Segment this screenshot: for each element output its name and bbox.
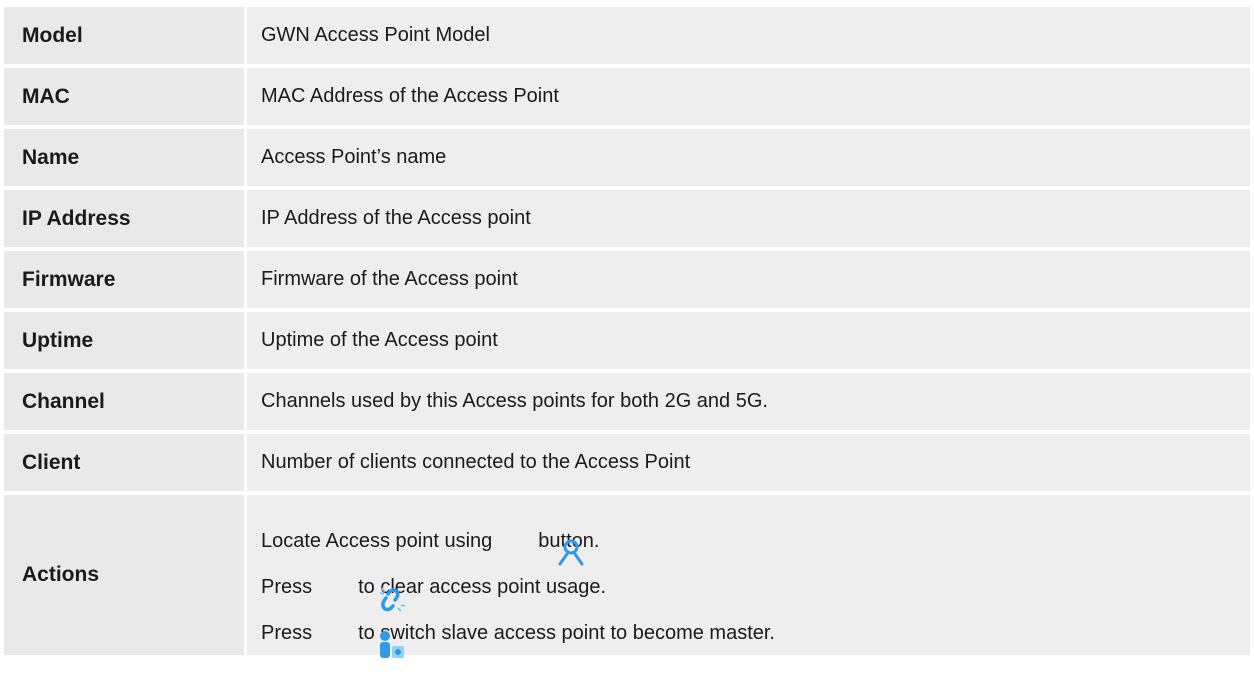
table-row: Channel Channels used by this Access poi… (0, 373, 1254, 430)
row-key: Actions (4, 495, 244, 655)
table-row: IP Address IP Address of the Access poin… (0, 190, 1254, 247)
row-key: Channel (4, 373, 244, 430)
clear-action-line: Press to clear access point usage. (261, 553, 1250, 612)
locate-text-before: Locate Access point using (261, 530, 493, 552)
master-action-line: Press to switch slave access point to be… (261, 599, 1250, 658)
table-row-actions: Actions Locate Access point using button… (0, 495, 1254, 658)
row-key: Model (4, 7, 244, 64)
row-value: GWN Access Point Model (247, 7, 1250, 64)
row-value: Firmware of the Access point (247, 251, 1250, 308)
table-row: Model GWN Access Point Model (0, 7, 1254, 64)
row-value: IP Address of the Access point (247, 190, 1250, 247)
actions-value: Locate Access point using button. Press (247, 495, 1250, 658)
row-key: Name (4, 129, 244, 186)
table-row: Client Number of clients connected to th… (0, 434, 1254, 491)
row-value: Uptime of the Access point (247, 312, 1250, 369)
table-row: MAC MAC Address of the Access Point (0, 68, 1254, 125)
row-value: Access Point’s name (247, 129, 1250, 186)
row-key: Uptime (4, 312, 244, 369)
table-row: Firmware Firmware of the Access point (0, 251, 1254, 308)
row-key: IP Address (4, 190, 244, 247)
unlink-icon[interactable] (318, 559, 405, 612)
row-value: Number of clients connected to the Acces… (247, 434, 1250, 491)
locate-action-line: Locate Access point using button. (261, 507, 1250, 566)
master-text-after: to switch slave access point to become m… (358, 622, 775, 644)
row-key: MAC (4, 68, 244, 125)
table-row: Uptime Uptime of the Access point (0, 312, 1254, 369)
row-value: Channels used by this Access points for … (247, 373, 1250, 430)
clear-text-before: Press (261, 576, 313, 598)
switch-master-icon[interactable] (318, 605, 404, 658)
row-key: Firmware (4, 251, 244, 308)
row-key: Client (4, 434, 244, 491)
master-text-before: Press (261, 622, 313, 644)
table-row: Name Access Point’s name (0, 129, 1254, 186)
row-value: MAC Address of the Access Point (247, 68, 1250, 125)
locate-icon[interactable] (498, 513, 584, 566)
